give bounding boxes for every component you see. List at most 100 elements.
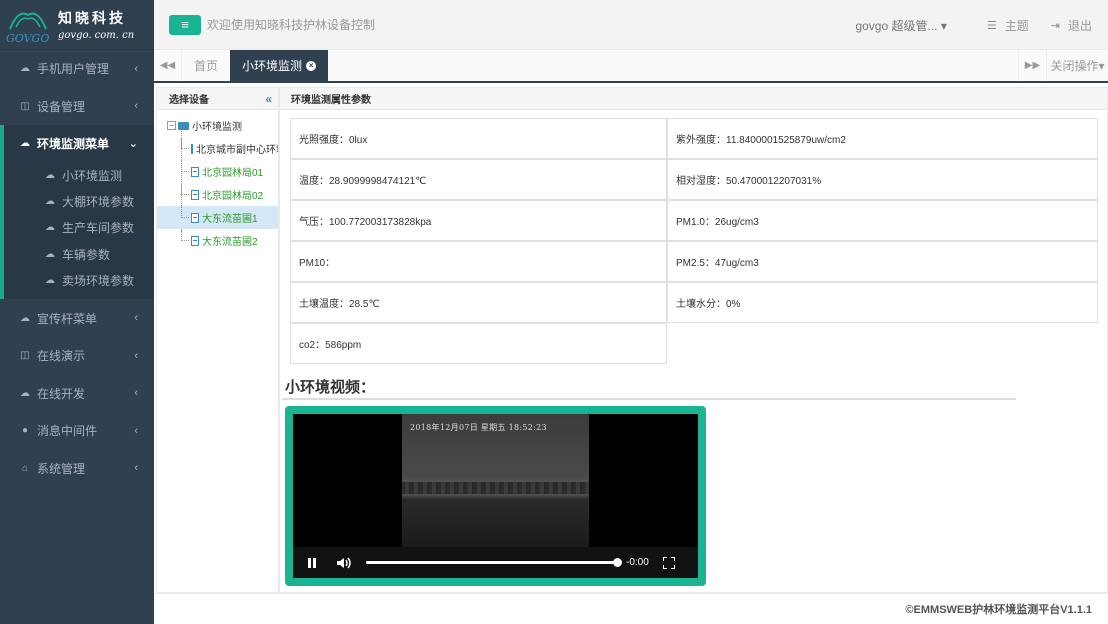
tab-small-env[interactable]: 小环境监测 × xyxy=(230,50,329,81)
video-progress-bar[interactable] xyxy=(366,558,622,567)
video-scene-image xyxy=(402,414,589,547)
param-cell-soil-temp: 土壤温度：28.5℃ xyxy=(290,282,667,323)
video-time: -0:00 xyxy=(626,557,649,568)
submenu-item-greenhouse[interactable]: ☁ 大棚环境参数 xyxy=(4,189,154,215)
chevron-left-icon: ‹ xyxy=(134,462,138,475)
device-tree-title: 选择设备 xyxy=(169,95,209,106)
close-operations-dropdown[interactable]: 关闭操作 ▾ xyxy=(1046,50,1108,81)
close-ops-label: 关闭操作 xyxy=(1050,59,1099,73)
volume-icon[interactable] xyxy=(336,556,352,570)
brand-name: 知晓科技 xyxy=(58,11,126,27)
submenu-item-vehicle[interactable]: ☁ 车辆参数 xyxy=(4,241,154,267)
tree-node-label: 大东流苗圃1 xyxy=(202,214,258,225)
logout-label: 退出 xyxy=(1067,18,1092,33)
sidebar-item-label: 宣传杆菜单 xyxy=(37,311,98,326)
tab-scroll-right-button[interactable]: ▶▶ xyxy=(1018,50,1046,81)
tab-label: 小环境监测 xyxy=(242,59,303,73)
tree-node-device[interactable]: 大东流苗圃2 xyxy=(157,229,278,252)
double-right-icon: ▶▶ xyxy=(1024,60,1041,71)
params-header: 环境监测属性参数 xyxy=(280,88,1107,110)
tree-root-node[interactable]: − 小环境监测 xyxy=(157,114,278,137)
video-timestamp-overlay: 2018年12月07日 星期五 18:52:23 xyxy=(410,423,547,432)
chevron-down-icon: ⌄ xyxy=(128,138,138,151)
main-content: 选择设备 « − 小环境监测 北京城市副中心环境监测 北京园林局01 xyxy=(154,85,1108,593)
tree-node-device[interactable]: 北京城市副中心环境监测 xyxy=(157,137,278,160)
tree-node-label: 小环境监测 xyxy=(192,122,242,133)
pause-icon[interactable] xyxy=(306,557,318,569)
columns-icon: ◫ xyxy=(20,100,30,112)
sidebar-item-promo[interactable]: ☁ 宣传杆菜单 ‹ xyxy=(0,299,154,337)
tree-node-device[interactable]: 北京园林局02 xyxy=(157,183,278,206)
tree-node-device[interactable]: 北京园林局01 xyxy=(157,160,278,183)
sidebar-item-mobile-users[interactable]: ☁ 手机用户管理 ‹ xyxy=(0,50,154,88)
device-tree-panel: 选择设备 « − 小环境监测 北京城市副中心环境监测 北京园林局01 xyxy=(156,87,279,593)
sidebar-item-label: 消息中间件 xyxy=(37,424,98,439)
sidebar-item-label: 系统管理 xyxy=(37,461,86,476)
sign-out-icon: ⇥ xyxy=(1050,19,1060,32)
chevron-left-icon: ‹ xyxy=(134,312,138,325)
user-menu-dropdown[interactable]: govgo 超级管... ▾ xyxy=(855,17,946,34)
param-cell-pressure: 气压：100.772003173828kpa xyxy=(290,200,667,241)
tab-label: 首页 xyxy=(194,59,219,73)
chevron-left-icon: ‹ xyxy=(134,349,138,362)
submenu-item-small-env[interactable]: ☁ 小环境监测 xyxy=(4,163,154,189)
sidebar-item-label: 环境监测菜单 xyxy=(37,137,110,152)
tree-node-label: 北京园林局01 xyxy=(202,168,264,179)
sidebar-item-devices[interactable]: ◫ 设备管理 ‹ xyxy=(0,88,154,126)
cloud-icon: ☁ xyxy=(45,196,55,208)
tab-home[interactable]: 首页 xyxy=(182,50,230,81)
cloud-icon: ☁ xyxy=(20,138,30,150)
tree-connector xyxy=(181,229,189,241)
tree-node-label: 大东流苗圃2 xyxy=(202,237,258,248)
env-monitor-submenu: ☁ 小环境监测 ☁ 大棚环境参数 ☁ 生产车间参数 ☁ 车辆参数 ☁ 卖场环境参数 xyxy=(4,163,154,300)
video-frame: 2018年12月07日 星期五 18:52:23 -0:00 xyxy=(285,406,706,586)
submenu-item-label: 大棚环境参数 xyxy=(62,195,135,210)
submenu-item-store[interactable]: ☁ 卖场环境参数 xyxy=(4,267,154,293)
progress-knob[interactable] xyxy=(613,558,622,567)
sidebar-item-mq[interactable]: ● 消息中间件 ‹ xyxy=(0,412,154,450)
sidebar-item-system[interactable]: ⌂ 系统管理 ‹ xyxy=(0,449,154,487)
tabbar-right: ▶▶ 关闭操作 ▾ xyxy=(1018,50,1108,81)
fullscreen-icon[interactable] xyxy=(661,555,676,570)
collapse-switch-icon[interactable]: − xyxy=(167,121,176,130)
theme-link[interactable]: ☰ 主题 xyxy=(987,17,1029,34)
device-tree: − 小环境监测 北京城市副中心环境监测 北京园林局01 北京园林局02 xyxy=(157,110,278,252)
govgo-logo-icon: GOVGO xyxy=(4,5,52,45)
tree-node-label: 北京城市副中心环境监测 xyxy=(196,145,278,156)
welcome-text: 欢迎使用知晓科技护林设备控制 xyxy=(207,18,376,32)
chevron-left-icon: ‹ xyxy=(134,100,138,113)
logo-text: GOVGO xyxy=(6,32,49,45)
sidebar-group-demo: ◫ 在线演示 ‹ xyxy=(0,337,154,375)
columns-icon: ◫ xyxy=(20,350,30,362)
tree-node-device-selected[interactable]: 大东流苗圃1 xyxy=(157,206,278,229)
submenu-item-label: 车辆参数 xyxy=(62,247,111,262)
logo[interactable]: GOVGO 知晓科技 govgo. com. cn xyxy=(0,0,154,50)
param-cell-pm10: PM10： xyxy=(290,241,667,282)
tab-scroll-left-button[interactable]: ◀◀ xyxy=(154,50,182,81)
collapse-icon[interactable]: « xyxy=(265,92,272,106)
cloud-icon: ☁ xyxy=(45,170,55,182)
cloud-icon: ☁ xyxy=(20,312,30,324)
param-cell-light: 光照强度：0lux xyxy=(290,118,667,159)
video-player[interactable]: 2018年12月07日 星期五 18:52:23 -0:00 xyxy=(293,414,698,578)
chevron-left-icon: ‹ xyxy=(134,62,138,75)
close-tab-icon[interactable]: × xyxy=(306,60,317,71)
param-cell-humidity: 相对湿度：50.4700012207031% xyxy=(667,159,1098,200)
param-cell-pm1: PM1.0：26ug/cm3 xyxy=(667,200,1098,241)
sidebar-item-demo[interactable]: ◫ 在线演示 ‹ xyxy=(0,337,154,375)
sidebar-item-label: 在线开发 xyxy=(37,386,86,401)
sidebar-item-env-monitor[interactable]: ☁ 环境监测菜单 ⌄ xyxy=(4,125,154,163)
video-section-title: 小环境视频： xyxy=(285,379,376,396)
sidebar-group-devices: ◫ 设备管理 ‹ xyxy=(0,88,154,126)
file-icon xyxy=(191,143,193,154)
tree-connector xyxy=(181,183,189,195)
chevron-left-icon: ‹ xyxy=(134,387,138,400)
menu-toggle-button[interactable]: ≡ xyxy=(169,14,201,35)
param-cell-co2: co2：586ppm xyxy=(290,323,667,364)
submenu-item-label: 小环境监测 xyxy=(62,169,123,184)
logout-link[interactable]: ⇥ 退出 xyxy=(1051,17,1092,34)
submenu-item-workshop[interactable]: ☁ 生产车间参数 xyxy=(4,215,154,241)
param-cell-uv: 紫外强度：11.8400001525879uw/cm2 xyxy=(667,118,1098,159)
sidebar-item-dev[interactable]: ☁ 在线开发 ‹ xyxy=(0,374,154,412)
divider xyxy=(282,398,1016,400)
